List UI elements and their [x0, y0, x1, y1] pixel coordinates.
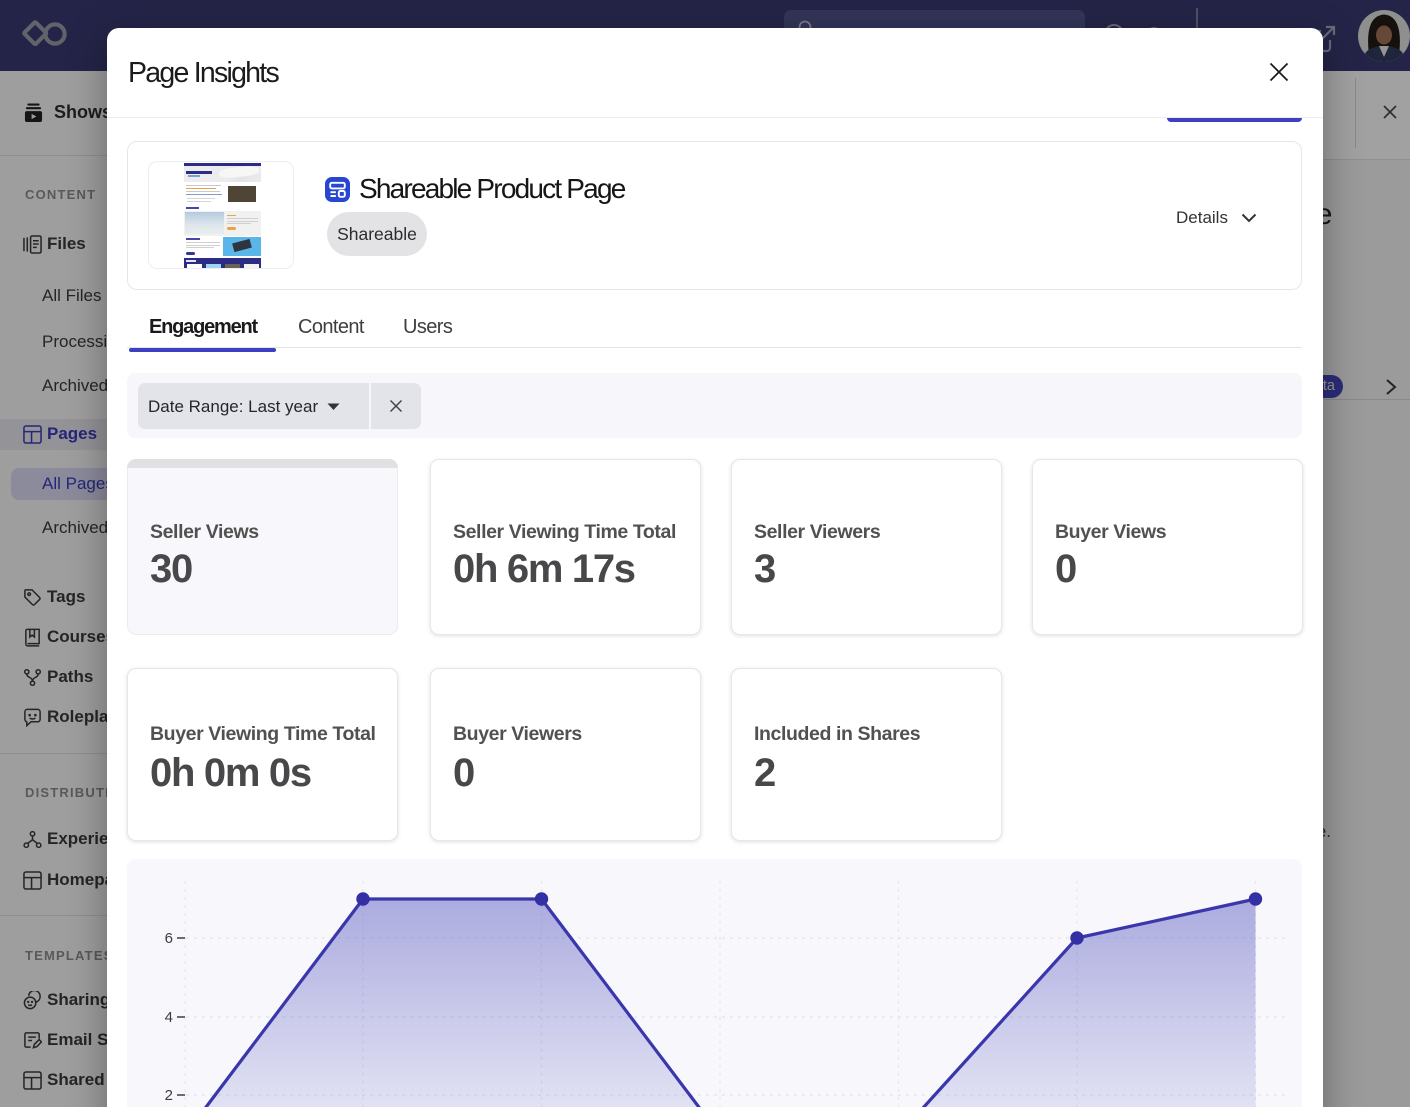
svg-text:4: 4 — [165, 1009, 173, 1026]
svg-text:6: 6 — [165, 930, 173, 947]
svg-text:2: 2 — [165, 1087, 173, 1104]
